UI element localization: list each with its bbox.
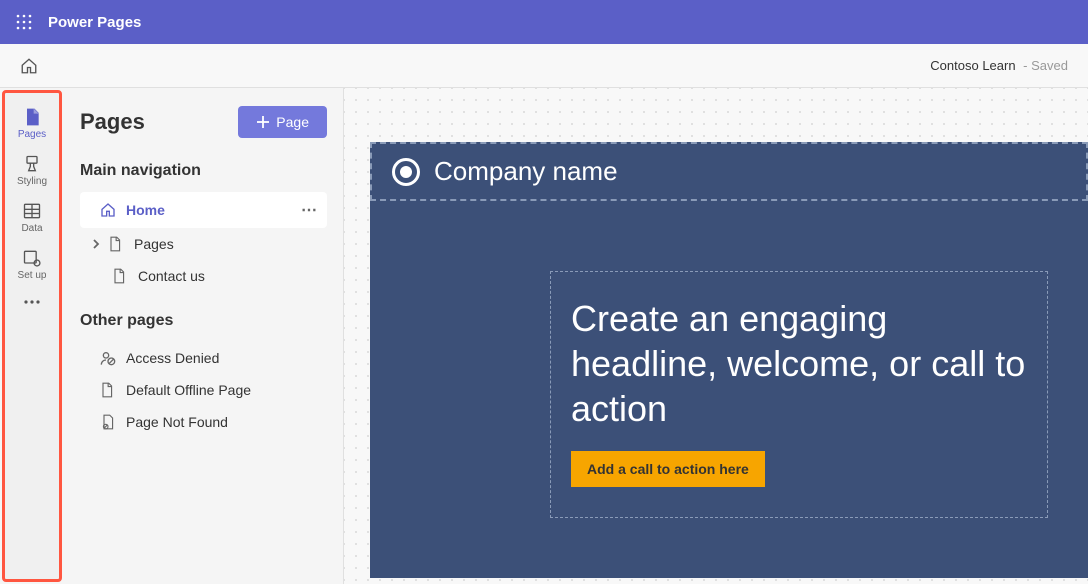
rail-label: Styling: [17, 176, 47, 187]
more-icon[interactable]: ⋯: [301, 200, 317, 220]
other-item-label: Access Denied: [126, 350, 219, 366]
save-status: Contoso Learn - Saved: [930, 58, 1068, 73]
nav-item-home[interactable]: Home ⋯: [80, 192, 327, 228]
site-name: Contoso Learn: [930, 58, 1015, 73]
nav-item-label: Pages: [134, 236, 174, 252]
rail-setup[interactable]: Set up: [8, 240, 56, 287]
page-icon: [22, 107, 42, 127]
brand-name: Power Pages: [48, 14, 141, 31]
section-main-nav: Main navigation: [80, 162, 327, 180]
rail-label: Data: [21, 223, 42, 234]
rail-pages[interactable]: Pages: [8, 99, 56, 146]
pages-panel: Pages Page Main navigation Home ⋯ Pages: [64, 88, 344, 584]
rail-label: Set up: [18, 270, 47, 281]
page-error-icon: [100, 414, 118, 430]
design-canvas[interactable]: Company name Create an engaging headline…: [344, 88, 1088, 584]
rail-data[interactable]: Data: [8, 193, 56, 240]
other-item-notfound[interactable]: Page Not Found: [80, 406, 327, 438]
brush-icon: [22, 154, 42, 174]
person-denied-icon: [100, 350, 118, 366]
panel-title: Pages: [80, 109, 145, 135]
hero-section[interactable]: Create an engaging headline, welcome, or…: [370, 201, 1088, 578]
page-icon: [100, 382, 118, 398]
nav-item-label: Contact us: [138, 268, 205, 284]
table-icon: [22, 201, 42, 221]
section-other: Other pages: [80, 312, 327, 330]
chevron-right-icon[interactable]: [90, 238, 104, 250]
add-page-label: Page: [276, 114, 309, 130]
company-name[interactable]: Company name: [434, 156, 618, 187]
rail-more[interactable]: [15, 291, 49, 313]
cta-container[interactable]: Create an engaging headline, welcome, or…: [550, 271, 1048, 518]
other-item-access-denied[interactable]: Access Denied: [80, 342, 327, 374]
app-launcher-icon[interactable]: [16, 14, 32, 30]
rail-styling[interactable]: Styling: [8, 146, 56, 193]
home-button[interactable]: [20, 57, 38, 75]
headline-text[interactable]: Create an engaging headline, welcome, or…: [571, 296, 1027, 431]
other-item-label: Page Not Found: [126, 414, 228, 430]
save-state: - Saved: [1020, 58, 1068, 73]
other-item-offline[interactable]: Default Offline Page: [80, 374, 327, 406]
nav-item-contact[interactable]: Contact us: [80, 260, 327, 292]
settings-icon: [22, 248, 42, 268]
left-rail: Pages Styling Data Set up: [2, 90, 62, 582]
cta-button[interactable]: Add a call to action here: [571, 451, 765, 487]
home-icon: [100, 202, 118, 218]
header-section[interactable]: Company name: [370, 142, 1088, 201]
command-bar: Contoso Learn - Saved: [0, 44, 1088, 88]
page-icon: [112, 268, 130, 284]
logo-icon: [392, 158, 420, 186]
rail-label: Pages: [18, 129, 46, 140]
other-item-label: Default Offline Page: [126, 382, 251, 398]
nav-item-pages[interactable]: Pages: [80, 228, 327, 260]
nav-item-label: Home: [126, 202, 165, 218]
add-page-button[interactable]: Page: [238, 106, 327, 138]
app-header: Power Pages: [0, 0, 1088, 44]
page-icon: [108, 236, 126, 252]
